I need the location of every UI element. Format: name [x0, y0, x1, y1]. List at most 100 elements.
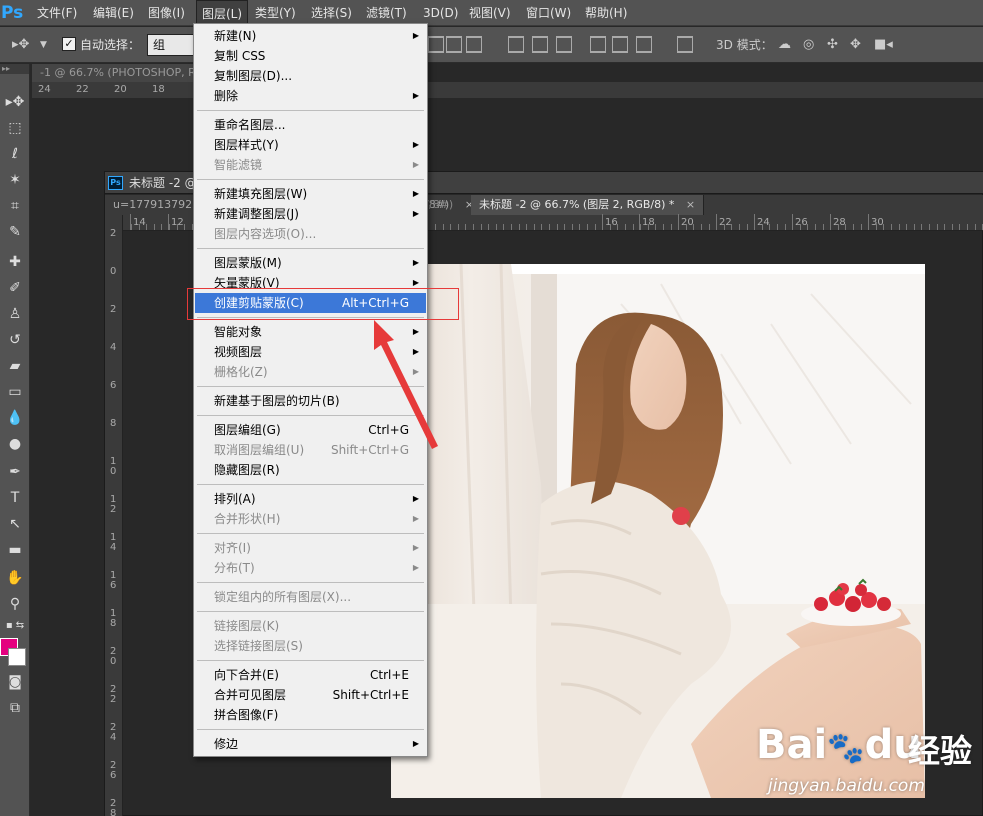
ruler-label: 24 [38, 84, 51, 95]
layer-menu-item[interactable]: 图层蒙版(M) ▶ [195, 253, 426, 273]
layer-menu-item[interactable]: 分布(T) ▶ [195, 558, 426, 578]
distribute-right-icon[interactable] [636, 36, 652, 53]
distribute-hcenter-icon[interactable] [612, 36, 628, 53]
tool-preset-dropdown-icon[interactable]: ▼ [40, 27, 47, 63]
layer-menu-item[interactable]: 修边 ▶ [195, 734, 426, 754]
healing-brush-tool-icon[interactable]: ✚ [3, 250, 27, 274]
eyedropper-tool-icon[interactable]: ✎ [3, 220, 27, 244]
ruler-label: 26 [110, 760, 117, 781]
crop-tool-icon[interactable]: ⌗ [3, 194, 27, 218]
layer-menu-item[interactable]: 链接图层(K) [195, 616, 426, 636]
dodge-tool-icon[interactable]: ● [3, 432, 27, 456]
marquee-tool-icon[interactable]: ⬚ [3, 116, 27, 140]
zoom-tool-icon[interactable]: ⚲ [3, 592, 27, 616]
tab-other-document-label: u=1779137923 [113, 198, 200, 211]
menu-10[interactable]: 帮助(H) [580, 0, 632, 26]
ruler-minor-tick [465, 224, 466, 230]
align-bottom-icon[interactable] [466, 36, 482, 53]
layer-menu-item[interactable]: 对齐(I) ▶ [195, 538, 426, 558]
3d-rotate-icon[interactable]: ☁ [778, 27, 791, 63]
ruler-minor-tick [967, 224, 968, 230]
ruler-minor-tick [481, 224, 482, 230]
shape-tool-icon[interactable]: ▬ [3, 538, 27, 562]
ruler-minor-tick [617, 224, 618, 230]
background-color-swatch[interactable] [8, 648, 26, 666]
layer-menu-item[interactable]: 复制 CSS [195, 46, 426, 66]
tools-panel-header[interactable]: ▸▸ [0, 64, 29, 74]
auto-select-target-dropdown[interactable]: 组 [147, 34, 197, 56]
layer-menu-item[interactable]: 锁定组内的所有图层(X)... [195, 587, 426, 607]
menu-2[interactable]: 图像(I) [143, 0, 190, 26]
layer-menu-item-label: 复制 CSS [214, 49, 266, 63]
layer-menu-item[interactable]: 图层样式(Y) ▶ [195, 135, 426, 155]
layer-menu-item[interactable]: 新建调整图层(J) ▶ [195, 204, 426, 224]
menu-8[interactable]: 视图(V) [464, 0, 516, 26]
menu-1[interactable]: 编辑(E) [88, 0, 139, 26]
3d-scale-icon[interactable]: ■◂ [874, 27, 893, 63]
tab-active-document-label: 未标题 -2 @ 66.7% (图层 2, RGB/8) * [479, 198, 675, 211]
lasso-tool-icon[interactable]: ℓ [3, 142, 27, 166]
menu-9[interactable]: 窗口(W) [521, 0, 576, 26]
eraser-tool-icon[interactable]: ▰ [3, 354, 27, 378]
baidu-wordmark-jingyan: 经验 [908, 732, 973, 770]
history-brush-tool-icon[interactable]: ↺ [3, 328, 27, 352]
menu-separator [197, 533, 424, 534]
align-vcenter-icon[interactable] [446, 36, 462, 53]
menu-separator [197, 110, 424, 111]
blur-tool-icon[interactable]: 💧 [3, 406, 27, 430]
screen-mode-icon[interactable]: ⧉ [3, 696, 27, 720]
tab-close-icon[interactable]: × [686, 198, 695, 211]
mode-3d-label: 3D 模式： [716, 38, 773, 52]
tab-other-document-tail[interactable]: /8#) × [425, 195, 474, 215]
menu-separator [197, 611, 424, 612]
type-tool-icon[interactable]: T [3, 486, 27, 510]
layer-menu-item[interactable]: 重命名图层... [195, 115, 426, 135]
layer-menu-item[interactable]: 排列(A) ▶ [195, 489, 426, 509]
align-top-icon[interactable] [428, 36, 444, 53]
ruler-minor-tick [154, 224, 155, 230]
brush-tool-icon[interactable]: ✐ [3, 276, 27, 300]
layer-menu-item[interactable]: 删除 ▶ [195, 86, 426, 106]
tab-active-document[interactable]: 未标题 -2 @ 66.7% (图层 2, RGB/8) * × [471, 195, 705, 215]
layer-menu-item[interactable]: 智能滤镜 ▶ [195, 155, 426, 175]
layer-menu-item[interactable]: 合并可见图层 Shift+Ctrl+E [195, 685, 426, 705]
hand-tool-icon[interactable]: ✋ [3, 566, 27, 590]
ruler-minor-tick [693, 224, 694, 230]
move-tool-icon[interactable]: ▸✥ [3, 90, 27, 114]
layer-menu-item-shortcut: Shift+Ctrl+E [332, 688, 409, 702]
pen-tool-icon[interactable]: ✒ [3, 460, 27, 484]
layer-menu-item-label: 重命名图层... [214, 118, 286, 132]
3d-slide-icon[interactable]: ✥ [850, 27, 861, 63]
layer-menu-item[interactable]: 复制图层(D)... [195, 66, 426, 86]
submenu-arrow-icon: ▶ [412, 140, 419, 149]
gradient-tool-icon[interactable]: ▭ [3, 380, 27, 404]
layer-menu-item[interactable]: 图层内容选项(O)... [195, 224, 426, 244]
3d-pan-icon[interactable]: ✣ [827, 27, 838, 63]
distribute-vcenter-icon[interactable] [532, 36, 548, 53]
distribute-bottom-icon[interactable] [556, 36, 572, 53]
ruler-minor-tick [754, 224, 755, 230]
swap-colors-icon[interactable]: ▪ ⇆ [3, 614, 27, 638]
ruler-minor-tick [762, 224, 763, 230]
magic-wand-tool-icon[interactable]: ✶ [3, 168, 27, 192]
path-selection-tool-icon[interactable]: ↖ [3, 512, 27, 536]
vertical-ruler[interactable]: 2 0 2 4 6 8 10 12 14 16 18 20 22 24 26 28 [105, 215, 123, 816]
distribute-top-icon[interactable] [508, 36, 524, 53]
layer-menu-item[interactable]: 向下合并(E) Ctrl+E [195, 665, 426, 685]
menu-0[interactable]: 文件(F) [32, 0, 82, 26]
auto-align-layers-icon[interactable] [677, 36, 693, 53]
quick-mask-icon[interactable]: ◙ [3, 670, 27, 694]
layer-menu-item[interactable]: 隐藏图层(R) [195, 460, 426, 480]
layer-menu-item-label: 视频图层 [214, 345, 263, 359]
auto-select-checkbox[interactable]: ✓ [62, 37, 76, 51]
layer-menu-item[interactable]: 选择链接图层(S) [195, 636, 426, 656]
submenu-arrow-icon: ▶ [412, 31, 419, 40]
clone-stamp-tool-icon[interactable]: ♙ [3, 302, 27, 326]
layer-menu-item[interactable]: 合并形状(H) ▶ [195, 509, 426, 529]
layer-menu-item[interactable]: 新建填充图层(W) ▶ [195, 184, 426, 204]
distribute-left-icon[interactable] [590, 36, 606, 53]
layer-menu-item[interactable]: 拼合图像(F) [195, 705, 426, 725]
layer-menu-item[interactable]: 新建(N) ▶ [195, 26, 426, 46]
move-tool-icon[interactable]: ▸✥ [12, 27, 29, 63]
3d-roll-icon[interactable]: ◎ [803, 27, 814, 63]
